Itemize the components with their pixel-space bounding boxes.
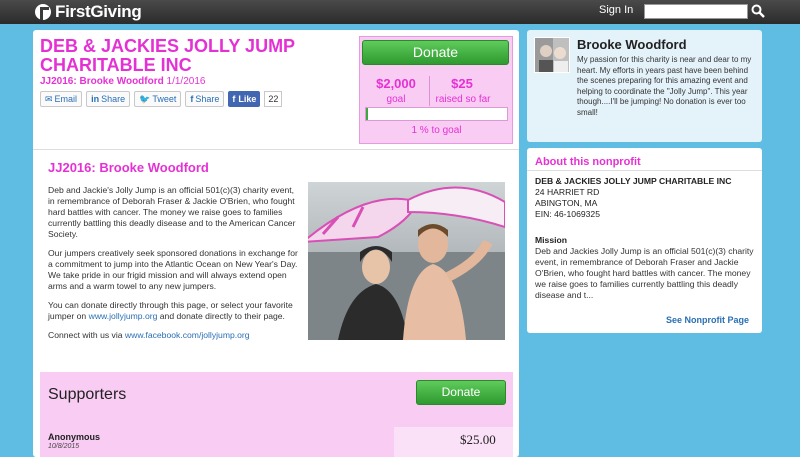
donate-button[interactable]: Donate	[362, 40, 509, 65]
firstgiving-logo-icon	[35, 4, 51, 20]
search-input[interactable]	[644, 4, 748, 19]
campaign-title: DEB & JACKIES JOLLY JUMP CHARITABLE INC	[40, 36, 295, 75]
goal-amount: $2,000	[376, 76, 416, 91]
story-text: Connect with us via	[48, 330, 125, 340]
progress-fill	[366, 108, 368, 120]
avatar[interactable]	[534, 37, 570, 73]
progress-bar	[365, 107, 508, 121]
campaign-photo	[308, 182, 505, 340]
percent-to-goal: 1 % to goal	[411, 125, 462, 136]
envelope-icon: ✉	[45, 93, 53, 104]
nonprofit-address-line1: 24 HARRIET RD	[535, 187, 600, 197]
supporter-date: 10/8/2015	[48, 443, 80, 450]
raised-amount: $25	[451, 76, 473, 91]
supporters-title: Supporters	[48, 386, 127, 403]
fundraiser-name: Brooke Woodford	[577, 37, 687, 52]
story-title: JJ2016: Brooke Woodford	[48, 160, 209, 175]
divider	[33, 149, 519, 150]
campaign-fundraiser-name[interactable]: JJ2016: Brooke Woodford	[40, 76, 164, 87]
facebook-share-label: Share	[195, 94, 220, 104]
facebook-share-button[interactable]: f Share	[185, 91, 225, 107]
fundraiser-bio: My passion for this charity is near and …	[577, 55, 752, 117]
mission-label: Mission	[535, 235, 567, 245]
nonprofit-ein: EIN: 46-1069325	[535, 209, 600, 219]
story-text: and donate directly to their page.	[157, 311, 285, 321]
see-nonprofit-page-link[interactable]: See Nonprofit Page	[666, 315, 749, 325]
supporters-donate-button[interactable]: Donate	[416, 380, 506, 405]
facebook-like-button[interactable]: f Like	[228, 91, 261, 107]
linkedin-share-label: Share	[101, 94, 126, 104]
campaign-subtitle: JJ2016: Brooke Woodford 1/1/2016	[40, 76, 205, 87]
share-bar: ✉ Email in Share 🐦 Tweet f Share f Like …	[40, 91, 283, 107]
email-share-button[interactable]: ✉ Email	[40, 91, 83, 107]
story-paragraph: You can donate directly through this pag…	[48, 300, 300, 322]
story-paragraph: Deb and Jackie's Jolly Jump is an offici…	[48, 185, 296, 239]
twitter-icon: 🐦	[139, 93, 151, 104]
story-paragraph: Our jumpers creatively seek sponsored do…	[48, 248, 298, 291]
logo-text: FirstGiving	[55, 2, 142, 21]
nonprofit-mission: Mission Deb and Jackies Jolly Jump is an…	[535, 235, 755, 301]
facebook-icon: f	[190, 94, 194, 104]
nonprofit-section-title: About this nonprofit	[535, 156, 641, 168]
nonprofit-info: DEB & JACKIES JOLLY JUMP CHARITABLE INC …	[535, 176, 731, 220]
jollyjump-link[interactable]: www.jollyjump.org	[89, 311, 158, 321]
nonprofit-address-line2: ABINGTON, MA	[535, 198, 598, 208]
raised-label: raised so far	[435, 94, 491, 105]
supporter-amount: $25.00	[460, 432, 496, 447]
facebook-page-link[interactable]: www.facebook.com/jollyjump.org	[125, 330, 250, 340]
nonprofit-name: DEB & JACKIES JOLLY JUMP CHARITABLE INC	[535, 176, 732, 186]
like-count: 22	[264, 91, 283, 107]
twitter-share-label: Tweet	[152, 94, 177, 104]
email-share-label: Email	[54, 94, 78, 104]
divider	[527, 170, 762, 171]
campaign-date: 1/1/2016	[166, 76, 206, 87]
story-paragraph: Connect with us via www.facebook.com/jol…	[48, 330, 300, 341]
supporter-name: Anonymous	[48, 432, 101, 442]
facebook-like-label: Like	[238, 94, 257, 104]
goal-label: goal	[386, 94, 406, 105]
story-body: Deb and Jackie's Jolly Jump is an offici…	[48, 185, 300, 349]
logo[interactable]: FirstGiving	[35, 2, 142, 22]
mission-text: Deb and Jackies Jolly Jump is an officia…	[535, 246, 754, 300]
linkedin-share-button[interactable]: in Share	[86, 91, 131, 107]
signin-link[interactable]: Sign In	[599, 4, 633, 16]
linkedin-icon: in	[91, 94, 100, 104]
search-icon[interactable]	[751, 4, 765, 18]
twitter-share-button[interactable]: 🐦 Tweet	[134, 91, 182, 107]
facebook-like-icon: f	[232, 94, 236, 104]
